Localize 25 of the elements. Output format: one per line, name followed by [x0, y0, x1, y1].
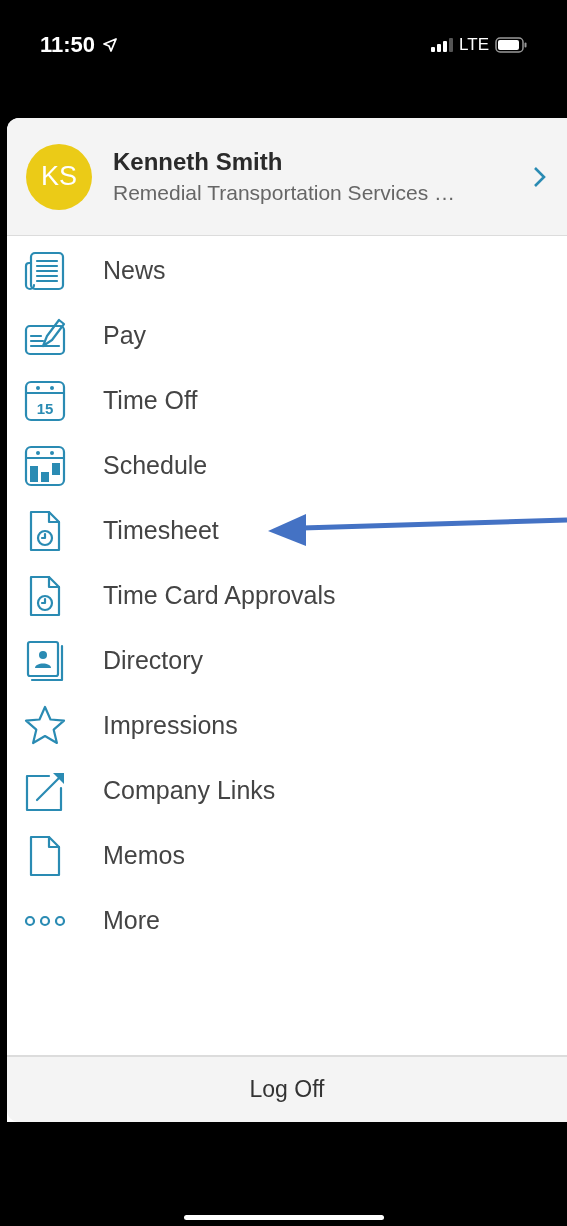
location-arrow-icon [103, 37, 118, 52]
menu-item[interactable]: Directory [7, 628, 567, 693]
company-name: Remedial Transportation Services … [113, 179, 456, 206]
calendar-chart-icon [23, 443, 67, 488]
menu-item[interactable]: More [7, 888, 567, 953]
menu-item[interactable]: Timesheet [7, 498, 567, 563]
menu-item[interactable]: Memos [7, 823, 567, 888]
menu-item[interactable]: Impressions [7, 693, 567, 758]
profile-name: Kenneth Smith [113, 146, 284, 177]
more-icon [23, 914, 67, 927]
network-label: LTE [459, 34, 489, 56]
profile-header[interactable]: KS Kenneth Smith Remedial Transportation Services … [7, 118, 567, 236]
avatar: KS [26, 143, 92, 210]
calendar-icon: 15 [23, 378, 67, 423]
menu-item[interactable]: Company Links [7, 758, 567, 823]
status-time: 11:50 [40, 31, 96, 59]
menu-item[interactable]: Time Card Approvals [7, 563, 567, 628]
menu-item[interactable]: News [7, 238, 567, 303]
log-off-button[interactable]: Log Off [7, 1057, 567, 1122]
chevron-right-icon [533, 165, 547, 188]
menu-item[interactable]: Schedule [7, 433, 567, 498]
battery-icon [495, 36, 527, 53]
signal-icon [431, 37, 454, 52]
menu-item[interactable]: 15 Time Off [7, 368, 567, 433]
menu-item[interactable]: Pay [7, 303, 567, 368]
